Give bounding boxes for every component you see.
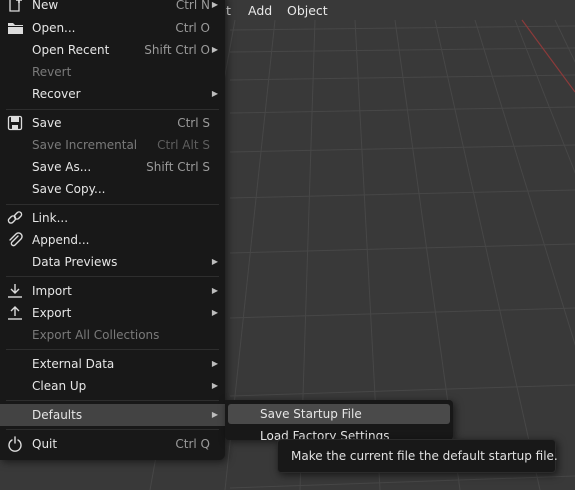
menu-item-label: Clean Up [32, 379, 87, 393]
tooltip-text: Make the current file the default startu… [291, 449, 558, 463]
submenu-arrow-icon: ▶ [211, 381, 218, 390]
menu-item-open[interactable]: Open... Ctrl O [0, 17, 225, 39]
defaults-submenu: Save Startup File Load Factory Settings [225, 400, 453, 440]
shortcut-label: Shift Ctrl O [144, 43, 210, 57]
menu-item-label: Export [32, 306, 72, 320]
shortcut-label: Ctrl Alt S [157, 138, 210, 152]
shortcut-label: Ctrl O [175, 21, 210, 35]
menu-item-defaults[interactable]: Defaults ▶ [0, 404, 225, 426]
menu-item-recover[interactable]: Recover ▶ [0, 83, 225, 105]
menu-item-export-all-collections: Export All Collections [0, 324, 225, 346]
menu-item-external-data[interactable]: External Data ▶ [0, 353, 225, 375]
paperclip-icon [7, 232, 24, 248]
shortcut-label: Ctrl N [175, 0, 210, 12]
menu-separator [6, 429, 219, 430]
menu-item-save[interactable]: Save Ctrl S [0, 112, 225, 134]
menu-item-label: Recover [32, 87, 81, 101]
submenu-arrow-icon: ▶ [211, 410, 218, 419]
menu-item-label: Link... [32, 211, 69, 225]
submenu-arrow-icon: ▶ [211, 286, 218, 295]
submenu-arrow-icon: ▶ [211, 308, 218, 317]
submenu-arrow-icon: ▶ [211, 45, 218, 54]
submenu-arrow-icon: ▶ [211, 89, 218, 98]
save-icon [7, 115, 24, 131]
folder-icon [7, 20, 24, 36]
menu-separator [6, 276, 219, 277]
menu-item-quit[interactable]: Quit Ctrl Q [0, 433, 225, 455]
menu-item-save-copy[interactable]: Save Copy... [0, 178, 225, 200]
menu-item-label: Save Incremental [32, 138, 138, 152]
shortcut-label: Shift Ctrl S [146, 160, 210, 174]
menu-separator [6, 349, 219, 350]
menu-item-label: Save Copy... [32, 182, 106, 196]
submenu-arrow-icon: ▶ [211, 257, 218, 266]
menu-item-label: External Data [32, 357, 115, 371]
menu-item-clean-up[interactable]: Clean Up ▶ [0, 375, 225, 397]
submenu-arrow-icon: ▶ [211, 359, 218, 368]
menu-item-label: Save [32, 116, 62, 130]
menu-item-label: New [32, 0, 59, 12]
menu-item-export[interactable]: Export ▶ [0, 302, 225, 324]
menu-item-label: Defaults [32, 408, 83, 422]
file-menu: New Ctrl N ▶ Open... Ctrl O Open Recent … [0, 0, 225, 460]
menu-item-new[interactable]: New Ctrl N ▶ [0, 0, 225, 16]
menubar-item-edit[interactable]: t [226, 3, 231, 18]
menu-item-label: Append... [32, 233, 90, 247]
menu-item-label: Quit [32, 437, 58, 451]
tooltip: Make the current file the default startu… [277, 439, 558, 473]
menu-separator [6, 400, 219, 401]
menubar-item-add[interactable]: Add [248, 3, 272, 18]
menubar-item-object[interactable]: Object [287, 3, 328, 18]
submenu-item-load-factory-settings[interactable]: Load Factory Settings [228, 426, 450, 440]
submenu-item-save-startup-file[interactable]: Save Startup File [228, 404, 450, 424]
menu-item-save-incremental: Save Incremental Ctrl Alt S [0, 134, 225, 156]
menu-item-import[interactable]: Import ▶ [0, 280, 225, 302]
menu-item-revert: Revert [0, 61, 225, 83]
export-icon [7, 305, 24, 321]
import-icon [7, 283, 24, 299]
submenu-arrow-icon: ▶ [211, 0, 218, 9]
menu-item-label: Open... [32, 21, 76, 35]
menu-item-label: Data Previews [32, 255, 118, 269]
shortcut-label: Ctrl S [177, 116, 210, 130]
menu-item-label: Save As... [32, 160, 92, 174]
menu-item-data-previews[interactable]: Data Previews ▶ [0, 251, 225, 273]
new-file-icon [7, 0, 24, 13]
menu-item-link[interactable]: Link... [0, 207, 225, 229]
menu-item-label: Import [32, 284, 72, 298]
menu-item-save-as[interactable]: Save As... Shift Ctrl S [0, 156, 225, 178]
link-icon [7, 210, 24, 226]
power-icon [7, 436, 24, 452]
menu-separator [6, 204, 219, 205]
menu-item-append[interactable]: Append... [0, 229, 225, 251]
shortcut-label: Ctrl Q [175, 437, 210, 451]
menu-item-label: Revert [32, 65, 72, 79]
menu-item-label: Open Recent [32, 43, 110, 57]
menu-item-open-recent[interactable]: Open Recent Shift Ctrl O ▶ [0, 39, 225, 61]
menu-item-label: Export All Collections [32, 328, 160, 342]
menu-separator [6, 109, 219, 110]
menu-item-label: Save Startup File [260, 407, 362, 421]
